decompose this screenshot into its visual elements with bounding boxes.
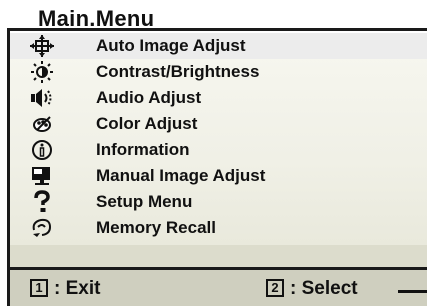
monitor-icon [28, 164, 56, 188]
select-key-badge[interactable]: 2 [266, 279, 284, 297]
speaker-icon [28, 86, 56, 110]
exit-label: : Exit [54, 278, 101, 299]
sun-icon [28, 60, 56, 84]
menu-item-label: Memory Recall [96, 218, 216, 237]
menu-lower-band [10, 245, 427, 267]
menu-item-label: Audio Adjust [96, 88, 202, 107]
menu-item-label: Information [96, 140, 190, 159]
menu-list: Auto Image Adjust Contrast/Brightness Au… [10, 33, 427, 245]
memory-recall-icon [28, 216, 56, 240]
menu-item-memory-recall[interactable]: Memory Recall [10, 215, 427, 241]
menu-item-auto-image-adjust[interactable]: Auto Image Adjust [10, 33, 427, 59]
menu-item-label: Contrast/Brightness [96, 62, 260, 81]
menu-item-manual-image-adjust[interactable]: Manual Image Adjust [10, 163, 427, 189]
question-icon [28, 190, 56, 214]
menu-item-audio-adjust[interactable]: Audio Adjust [10, 85, 427, 111]
osd-main-menu: Main.Menu Auto Image Adjust Contrast/Bri… [0, 0, 427, 306]
footer-bar: 1 : Exit 2 : Select [10, 270, 427, 306]
auto-adjust-crosshair-icon [28, 34, 56, 58]
palette-icon [28, 112, 56, 136]
menu-item-label: Color Adjust [96, 114, 198, 133]
menu-item-label: Auto Image Adjust [96, 36, 246, 55]
menu-item-information[interactable]: Information [10, 137, 427, 163]
exit-key-badge[interactable]: 1 [30, 279, 48, 297]
select-indicator-line [398, 290, 427, 293]
info-icon [28, 138, 56, 162]
select-label: : Select [290, 278, 358, 299]
menu-item-contrast-brightness[interactable]: Contrast/Brightness [10, 59, 427, 85]
menu-item-label: Manual Image Adjust [96, 166, 266, 185]
menu-item-color-adjust[interactable]: Color Adjust [10, 111, 427, 137]
menu-item-setup-menu[interactable]: Setup Menu [10, 189, 427, 215]
menu-item-label: Setup Menu [96, 192, 193, 211]
